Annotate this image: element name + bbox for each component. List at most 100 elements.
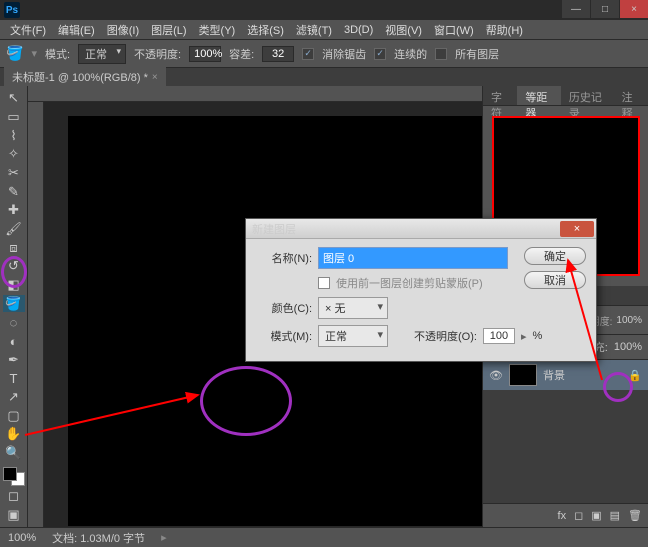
trash-icon[interactable]: 🗑 xyxy=(628,509,642,522)
fx-icon[interactable]: fx xyxy=(558,510,567,522)
hand-tool[interactable]: ✋ xyxy=(3,426,25,443)
percent-label: % xyxy=(532,330,542,342)
bucket-tool[interactable]: 🪣 xyxy=(3,295,25,312)
menu-select[interactable]: 选择(S) xyxy=(243,20,288,40)
mode-label: 模式: xyxy=(45,46,70,62)
marquee-tool[interactable]: ▭ xyxy=(3,109,25,126)
tab-navigator[interactable]: 等距器 xyxy=(517,86,561,105)
opacity-label: 不透明度: xyxy=(134,46,181,62)
visibility-icon[interactable]: 👁 xyxy=(489,368,503,382)
cancel-button[interactable]: 取消 xyxy=(524,271,586,289)
mask-icon[interactable]: ◻ xyxy=(574,509,583,522)
tolerance-label: 容差: xyxy=(229,46,254,62)
tab-notes[interactable]: 注释 xyxy=(614,86,648,105)
contiguous-checkbox[interactable]: ✓ xyxy=(374,48,386,60)
pen-tool[interactable]: ✒ xyxy=(3,351,25,368)
menu-image[interactable]: 图像(I) xyxy=(103,20,143,40)
wand-tool[interactable]: ✧ xyxy=(3,146,25,163)
color-dropdown[interactable]: × 无 xyxy=(318,297,388,319)
tolerance-input[interactable]: 32 xyxy=(262,46,294,62)
maximize-button[interactable]: □ xyxy=(591,0,619,18)
minimize-button[interactable]: — xyxy=(562,0,590,18)
document-tab[interactable]: 未标题-1 @ 100%(RGB/8) * × xyxy=(4,67,166,87)
menu-help[interactable]: 帮助(H) xyxy=(482,20,527,40)
clip-checkbox[interactable] xyxy=(318,277,330,289)
menu-file[interactable]: 文件(F) xyxy=(6,20,50,40)
tab-history[interactable]: 历史记录 xyxy=(561,86,614,105)
layers-list: 👁 背景 🔒 xyxy=(483,360,648,503)
bucket-icon: 🪣 xyxy=(6,45,23,62)
new-layer-dialog: 新建图层 × 名称(N): 图层 0 使用前一图层创建剪贴蒙版(P) 颜色(C)… xyxy=(245,218,597,362)
close-button[interactable]: × xyxy=(620,0,648,18)
brush-tool[interactable]: 🖌 xyxy=(3,221,25,238)
dlg-mode-dropdown[interactable]: 正常 xyxy=(318,325,388,347)
alllayers-label: 所有图层 xyxy=(455,46,499,62)
options-bar: 🪣 ▾ 模式: 正常 不透明度: 100% 容差: 32 ✓ 消除锯齿 ✓ 连续… xyxy=(0,40,648,68)
menu-view[interactable]: 视图(V) xyxy=(381,20,426,40)
dlg-opacity-input[interactable]: 100 xyxy=(483,328,515,344)
menubar: 文件(F) 编辑(E) 图像(I) 图层(L) 类型(Y) 选择(S) 滤镜(T… xyxy=(0,20,648,40)
layer-buttons: fx ◻ ▣ ▤ 🗑 xyxy=(483,503,648,527)
document-tab-close[interactable]: × xyxy=(152,72,158,83)
document-tabbar: 未标题-1 @ 100%(RGB/8) * × xyxy=(0,68,648,86)
alllayers-checkbox[interactable] xyxy=(435,48,447,60)
tools-panel: ↖ ▭ ⌇ ✧ ✂ ✎ ✚ 🖌 ⧈ ↺ ◧ 🪣 ◌ ◐ ✒ T ↗ ▢ ✋ 🔍 … xyxy=(0,86,28,527)
color-label: 颜色(C): xyxy=(256,300,312,316)
screenmode-tool[interactable]: ▣ xyxy=(3,506,25,523)
dlg-mode-label: 模式(M): xyxy=(256,328,312,344)
dialog-titlebar[interactable]: 新建图层 × xyxy=(246,219,596,239)
name-label: 名称(N): xyxy=(256,250,312,266)
dialog-buttons: 确定 取消 xyxy=(524,247,586,289)
shape-tool[interactable]: ▢ xyxy=(3,407,25,424)
menu-window[interactable]: 窗口(W) xyxy=(430,20,478,40)
layer-name[interactable]: 背景 xyxy=(543,367,565,383)
opacity-input[interactable]: 100% xyxy=(189,46,221,62)
quickmask-tool[interactable]: ◻ xyxy=(3,488,25,505)
menu-edit[interactable]: 编辑(E) xyxy=(54,20,99,40)
window-buttons: — □ × xyxy=(561,0,648,18)
dlg-opacity-label: 不透明度(O): xyxy=(414,328,477,344)
antialias-checkbox[interactable]: ✓ xyxy=(302,48,314,60)
layer-row[interactable]: 👁 背景 🔒 xyxy=(483,360,648,390)
new-layer-icon[interactable]: ▤ xyxy=(610,509,620,522)
dodge-tool[interactable]: ◐ xyxy=(3,333,25,350)
path-tool[interactable]: ↗ xyxy=(3,389,25,406)
app-titlebar: Ps — □ × xyxy=(0,0,648,20)
layer-thumbnail[interactable] xyxy=(509,364,537,386)
type-tool[interactable]: T xyxy=(3,370,25,387)
antialias-label: 消除锯齿 xyxy=(322,46,366,62)
zoom-level[interactable]: 100% xyxy=(8,532,36,544)
heal-tool[interactable]: ✚ xyxy=(3,202,25,219)
ps-logo: Ps xyxy=(4,2,20,18)
menu-type[interactable]: 类型(Y) xyxy=(195,20,240,40)
panel-tabs-top: 字符 等距器 历史记录 注释 xyxy=(483,86,648,106)
document-tab-label: 未标题-1 @ 100%(RGB/8) * xyxy=(12,69,148,85)
clip-label: 使用前一图层创建剪贴蒙版(P) xyxy=(336,275,483,291)
eyedropper-tool[interactable]: ✎ xyxy=(3,183,25,200)
blur-tool[interactable]: ◌ xyxy=(3,314,25,331)
stamp-tool[interactable]: ⧈ xyxy=(3,239,25,256)
layer-opacity-value[interactable]: 100% xyxy=(616,315,642,326)
doc-size: 文档: 1.03M/0 字节 xyxy=(52,530,145,546)
folder-icon[interactable]: ▣ xyxy=(591,509,601,522)
ruler-horizontal xyxy=(28,86,482,102)
eraser-tool[interactable]: ◧ xyxy=(3,277,25,294)
ok-button[interactable]: 确定 xyxy=(524,247,586,265)
lasso-tool[interactable]: ⌇ xyxy=(3,127,25,144)
fill-value[interactable]: 100% xyxy=(614,341,642,353)
name-input[interactable]: 图层 0 xyxy=(318,247,508,269)
mode-dropdown[interactable]: 正常 xyxy=(78,44,126,64)
menu-3d[interactable]: 3D(D) xyxy=(340,22,377,38)
dialog-title: 新建图层 xyxy=(252,221,296,237)
menu-filter[interactable]: 滤镜(T) xyxy=(292,20,336,40)
fgcolor-swatch[interactable] xyxy=(3,467,17,481)
crop-tool[interactable]: ✂ xyxy=(3,165,25,182)
tab-character[interactable]: 字符 xyxy=(483,86,517,105)
zoom-tool[interactable]: 🔍 xyxy=(3,445,25,462)
lock-icon: 🔒 xyxy=(628,369,642,382)
history-brush-tool[interactable]: ↺ xyxy=(3,258,25,275)
menu-layer[interactable]: 图层(L) xyxy=(147,20,190,40)
fgbg-swatch[interactable] xyxy=(3,467,25,485)
dialog-close-button[interactable]: × xyxy=(560,221,594,237)
move-tool[interactable]: ↖ xyxy=(3,90,25,107)
